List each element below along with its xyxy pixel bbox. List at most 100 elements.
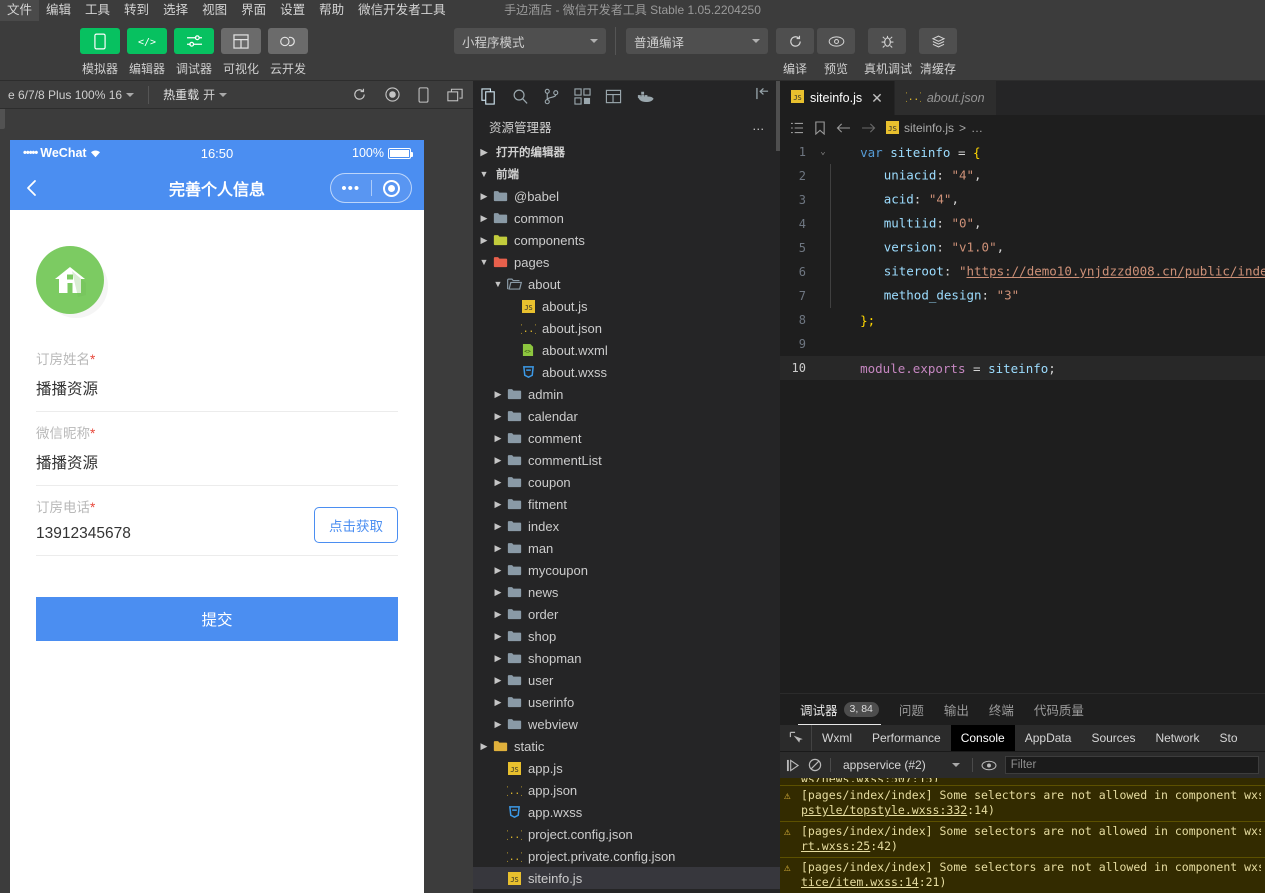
wechat-capsule-button[interactable]: ••• [330,173,412,203]
code-line[interactable]: 8 }; [780,308,1265,332]
tree-folder[interactable]: ▶ user [473,669,780,691]
tree-folder[interactable]: ▶ man [473,537,780,559]
tree-folder[interactable]: ▶ order [473,603,780,625]
devtools-tab-performance[interactable]: Performance [862,725,951,751]
breadcrumb-path[interactable]: JS siteinfo.js > … [886,121,983,135]
menu-item-9[interactable]: 微信开发者工具 [351,0,453,21]
console-filter-input[interactable]: Filter [1004,756,1259,774]
outline-icon[interactable] [790,122,804,134]
console-message-clipped[interactable]: ws/news.wxss:507:15) [780,778,1265,786]
menu-item-5[interactable]: 视图 [195,0,234,21]
console-output[interactable]: ws/news.wxss:507:15) ⚠ [pages/index/index]… [780,778,1265,893]
console-message-warning[interactable]: ⚠ [pages/index/index] Some selectors are … [780,822,1265,858]
toolbar-panel-toggle-1[interactable]: </> 编辑器 [127,28,167,76]
compile-select[interactable]: 普通编译 [626,28,768,54]
toolbar-panel-toggle-4[interactable]: 云开发 [268,28,308,76]
devtools-tab-network[interactable]: Network [1145,725,1209,751]
tree-folder[interactable]: ▶ webview [473,713,780,735]
explorer-section-0[interactable]: ▶ 打开的编辑器 [473,141,780,163]
tree-folder[interactable]: ▼ about [473,273,780,295]
tree-file[interactable]: <> about.wxml [473,339,780,361]
tree-file[interactable]: {..} about.json [473,317,780,339]
tree-folder[interactable]: ▶ fitment [473,493,780,515]
toolbar-panel-toggle-2[interactable]: 调试器 [174,28,214,76]
detach-window-icon[interactable] [447,88,463,102]
panel-tab-3[interactable]: 终端 [979,694,1024,725]
tree-file[interactable]: JS about.js [473,295,780,317]
tree-folder[interactable]: ▶ components [473,229,780,251]
menu-item-7[interactable]: 设置 [273,0,312,21]
tree-file[interactable]: about.wxss [473,361,780,383]
tree-folder[interactable]: ▼ pages [473,251,780,273]
console-message-link[interactable]: rt.wxss:25 [801,839,870,853]
explorer-section-1[interactable]: ▼ 前端 [473,163,780,185]
devtools-tab-sources[interactable]: Sources [1081,725,1145,751]
mode-select[interactable]: 小程序模式 [454,28,606,54]
submit-button[interactable]: 提交 [36,597,398,641]
panel-tab-0[interactable]: 调试器 3, 84 [790,694,889,725]
clear-cache-button[interactable]: 清缓存 [919,28,957,76]
explorer-more-icon[interactable]: … [752,119,766,133]
devtools-tab-wxml[interactable]: Wxml [812,725,862,751]
avatar[interactable] [36,246,104,314]
back-arrow-icon[interactable] [836,122,851,134]
code-line[interactable]: 4 multiid: "0", [780,212,1265,236]
device-select[interactable]: e 6/7/8 Plus 100% 16 [0,88,142,102]
tree-folder[interactable]: ▶ calendar [473,405,780,427]
forward-arrow-icon[interactable] [861,122,876,134]
tree-folder[interactable]: ▶ news [473,581,780,603]
get-phone-button[interactable]: 点击获取 [314,507,398,543]
extensions-icon[interactable] [574,87,591,105]
rotate-device-icon[interactable] [418,86,429,103]
console-message-warning[interactable]: ⚠ [pages/index/index] Some selectors are … [780,786,1265,822]
tree-folder[interactable]: ▶ common [473,207,780,229]
tree-file[interactable]: {..} app.json [473,779,780,801]
tree-file[interactable]: {..} project.config.json [473,823,780,845]
code-line[interactable]: 2 uniacid: "4", [780,164,1265,188]
devtools-tab-appdata[interactable]: AppData [1015,725,1082,751]
refresh-icon[interactable] [352,87,367,102]
record-icon[interactable] [385,87,400,102]
toolbar-panel-toggle-3[interactable]: 可视化 [221,28,261,76]
tree-folder[interactable]: ▶ commentList [473,449,780,471]
devtools-tab-console[interactable]: Console [950,725,1015,751]
source-control-icon[interactable] [543,88,560,105]
menu-item-2[interactable]: 工具 [78,0,117,21]
menu-item-3[interactable]: 转到 [117,0,156,21]
form-field-input-0[interactable]: 播播资源 [36,377,398,399]
code-line[interactable]: 5 version: "v1.0", [780,236,1265,260]
step-icon[interactable] [786,758,800,772]
preview-button[interactable]: 预览 [817,28,855,76]
compile-button[interactable]: 编译 [776,28,814,76]
tree-folder[interactable]: ▶ coupon [473,471,780,493]
tree-folder[interactable]: ▶ @babel [473,185,780,207]
panel-tab-4[interactable]: 代码质量 [1024,694,1094,725]
tree-file[interactable]: JS app.js [473,757,780,779]
tree-file[interactable]: JS siteinfo.js [473,867,780,889]
files-icon[interactable] [481,87,498,105]
tree-folder[interactable]: ▶ userinfo [473,691,780,713]
eye-icon[interactable] [981,760,997,771]
code-line[interactable]: 9 [780,332,1265,356]
menu-item-6[interactable]: 界面 [234,0,273,21]
code-line[interactable]: 3 acid: "4", [780,188,1265,212]
devtools-tab-sto[interactable]: Sto [1209,725,1247,751]
tree-folder[interactable]: ▶ shop [473,625,780,647]
form-field-input-1[interactable]: 播播资源 [36,451,398,473]
panel-tab-1[interactable]: 问题 [889,694,934,725]
tree-file[interactable]: app.wxss [473,801,780,823]
inspect-element-icon[interactable] [780,725,812,751]
code-line[interactable]: 6 siteroot: "https://demo10.ynjdzzd008.c… [780,260,1265,284]
tree-folder[interactable]: ▶ shopman [473,647,780,669]
code-editor[interactable]: 1 ⌄ var siteinfo = {2 uniacid: "4", 3 acid… [780,140,1265,380]
collapse-sidebar-icon[interactable] [755,87,770,105]
console-context-select[interactable]: appservice (#2) [839,758,964,772]
search-icon[interactable] [512,88,529,105]
editor-tab-siteinfo.js[interactable]: JS siteinfo.js ✕ [780,81,895,115]
menu-item-8[interactable]: 帮助 [312,0,351,21]
tree-file[interactable]: {..} project.private.config.json [473,845,780,867]
menu-item-1[interactable]: 编辑 [39,0,78,21]
tree-folder[interactable]: ▶ admin [473,383,780,405]
debug-icon[interactable] [605,88,622,105]
fold-chevron-down-icon[interactable]: ⌄ [816,147,830,157]
